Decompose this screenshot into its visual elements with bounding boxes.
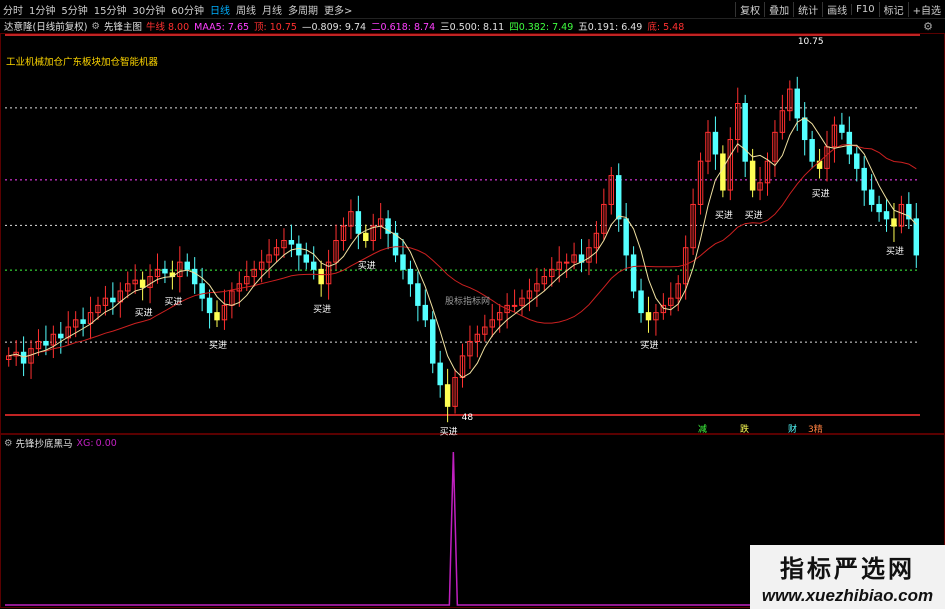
signal-label: 跌 <box>740 424 749 435</box>
candle-body <box>883 211 890 220</box>
sub-gear-icon[interactable]: ⚙ <box>4 438 13 449</box>
candle-body <box>318 268 324 285</box>
candle-body <box>891 218 897 227</box>
candle-body <box>809 139 815 162</box>
candle-body <box>400 254 406 270</box>
candle-body <box>645 312 652 321</box>
candle-body <box>638 290 644 314</box>
candle-body <box>184 261 190 270</box>
candle-body <box>58 333 64 339</box>
buy-label: 买进 <box>440 426 458 437</box>
candle-body <box>363 232 369 242</box>
candle-body <box>288 240 295 245</box>
candle-body <box>861 167 867 191</box>
candle-body <box>854 153 860 169</box>
candle-body <box>303 254 310 263</box>
candle-body <box>839 124 845 133</box>
xg-signal-line <box>5 451 750 606</box>
buy-label: 买进 <box>358 261 376 272</box>
signal-label: 财 <box>788 423 797 435</box>
signal-label: 3精 <box>808 423 823 435</box>
ma-long-line <box>8 144 917 358</box>
candle-body <box>20 351 27 364</box>
candle-body <box>80 319 86 324</box>
candle-body <box>422 304 429 321</box>
candle-body <box>199 283 205 299</box>
candle-body <box>511 304 518 307</box>
candle-body <box>563 261 570 264</box>
low-price-label: 48 <box>462 413 474 423</box>
watermark-url: www.xuezhibiao.com <box>761 586 934 605</box>
candle-body <box>876 203 882 213</box>
buy-label: 买进 <box>135 307 153 318</box>
sub-indicator-info: ⚙ 先锋抄底黑马 XG: 0.00 <box>4 436 117 451</box>
candle-body <box>214 312 220 321</box>
candle-body <box>720 153 726 191</box>
xg-label: XG: <box>76 437 94 449</box>
candle-body <box>430 319 436 364</box>
candle-body <box>139 279 146 288</box>
xg-value: 0.00 <box>95 437 117 449</box>
buy-label: 买进 <box>640 340 658 351</box>
candle-body <box>296 243 302 256</box>
buy-label: 买进 <box>886 246 904 257</box>
candle-body <box>615 175 622 220</box>
candle-body <box>43 340 49 346</box>
candle-body <box>623 218 629 256</box>
high-price-label: 10.75 <box>798 37 824 47</box>
buy-label: 买进 <box>812 188 830 199</box>
watermark-title: 指标严选网 <box>780 555 915 583</box>
ma-short-line <box>8 117 917 379</box>
candle-body <box>206 297 213 314</box>
site-watermark: 指标严选网 www.xuezhibiao.com <box>750 545 945 609</box>
candle-body <box>110 297 116 303</box>
candle-body <box>868 189 875 205</box>
buy-label: 买进 <box>715 210 733 221</box>
sub-indicator-name[interactable]: 先锋抄底黑马 <box>16 436 73 450</box>
candle-body <box>846 131 853 155</box>
signal-label: 减 <box>698 423 707 435</box>
candle-body <box>801 117 808 141</box>
main-panel-frame <box>0 33 945 434</box>
candle-body <box>162 268 168 274</box>
buy-label: 买进 <box>745 210 763 221</box>
candle-body <box>415 283 421 306</box>
buy-label: 买进 <box>313 304 331 315</box>
candle-body <box>444 384 451 407</box>
candle-body <box>437 362 443 386</box>
kline-chart[interactable]: 买进买进买进买进买进买进买进买进 买进买进买进10.7548股标指标网减跌财 3精 <box>0 0 945 609</box>
candle-body <box>355 211 362 234</box>
candle-body <box>407 268 414 285</box>
candle-body <box>191 268 198 285</box>
buy-label: 买进 <box>164 297 182 308</box>
chart-watermark-text: 股标指标网 <box>445 295 490 307</box>
candle-body <box>630 254 637 292</box>
candle-body <box>749 160 756 191</box>
candle-body <box>712 131 719 155</box>
buy-label: 买进 <box>209 340 227 351</box>
candle-body <box>794 88 800 119</box>
candle-body <box>742 103 748 162</box>
candle-body <box>310 261 317 270</box>
